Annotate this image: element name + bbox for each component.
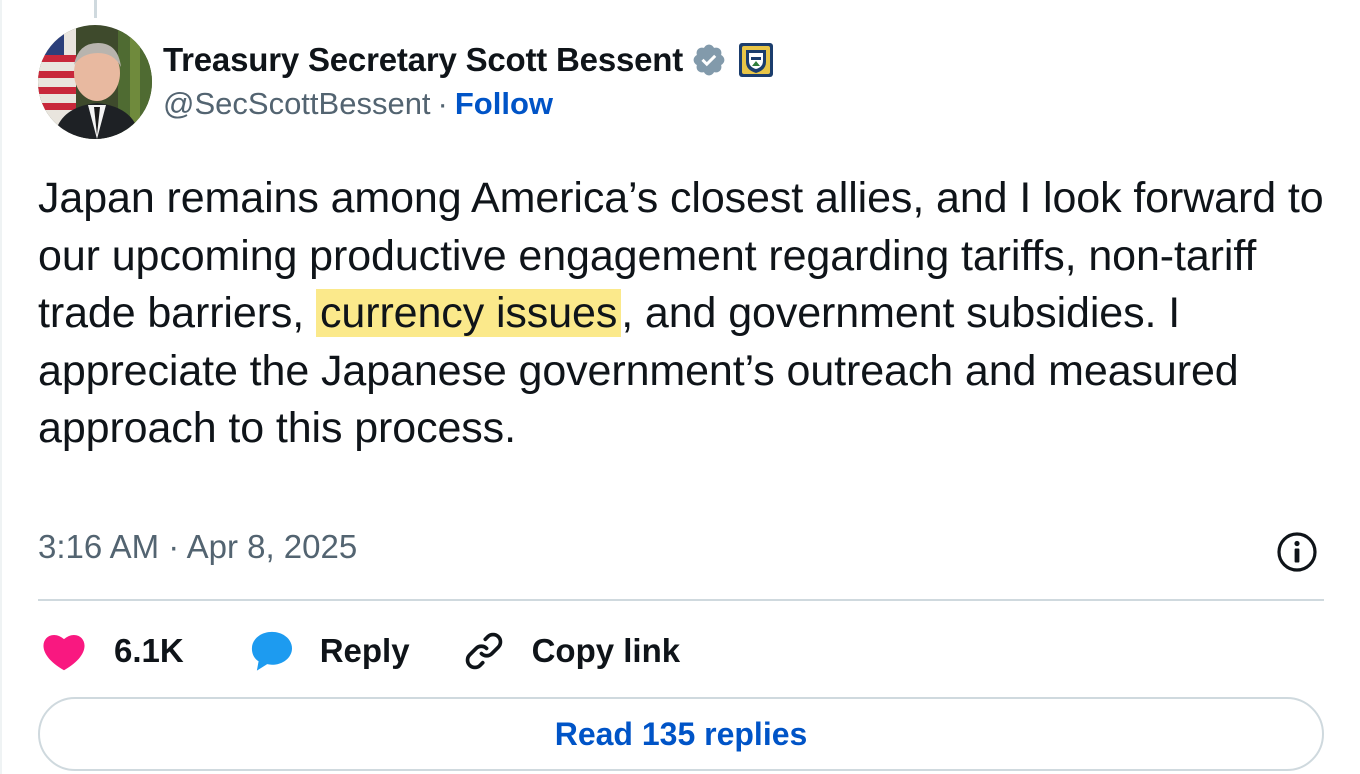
author-handle-row: @SecScottBessent · Follow [163,86,773,122]
like-count: 6.1K [114,632,184,669]
verified-badge-icon[interactable] [691,42,727,78]
tweet-body: Japan remains among America’s closest al… [38,170,1328,458]
author-name-row: Treasury Secretary Scott Bessent [163,38,774,82]
read-replies-button[interactable]: Read 135 replies [38,697,1324,771]
author-handle[interactable]: @SecScottBessent [163,86,431,122]
tweet-header: Treasury Secretary Scott Bessent @SecSco… [163,38,774,122]
heart-icon [43,634,85,671]
author-avatar[interactable] [38,25,152,139]
tweet-timestamp[interactable]: 3:16 AM · Apr 8, 2025 [38,528,357,566]
tweet-action-bar: 6.1K Reply Copy link [42,626,680,676]
thread-connector-line [94,0,97,18]
like-button[interactable]: 6.1K [42,631,248,671]
copy-link-button[interactable]: Copy link [462,629,681,673]
person-avatar-icon [38,25,152,139]
copy-link-label: Copy link [531,632,681,669]
reply-button[interactable]: Reply [248,630,462,672]
card-left-border [0,0,2,774]
reply-label: Reply [319,632,410,669]
reply-bubble-icon [251,631,292,671]
highlighted-phrase: currency issues [316,289,622,337]
follow-button[interactable]: Follow [455,86,553,122]
link-icon [465,632,502,670]
info-icon[interactable] [1276,531,1318,573]
treasury-seal-icon [739,43,774,77]
tweet-embed-card: Treasury Secretary Scott Bessent @SecSco… [0,0,1360,774]
handle-separator: · [437,86,448,121]
author-display-name[interactable]: Treasury Secretary Scott Bessent [163,41,683,79]
actions-divider [38,599,1324,601]
